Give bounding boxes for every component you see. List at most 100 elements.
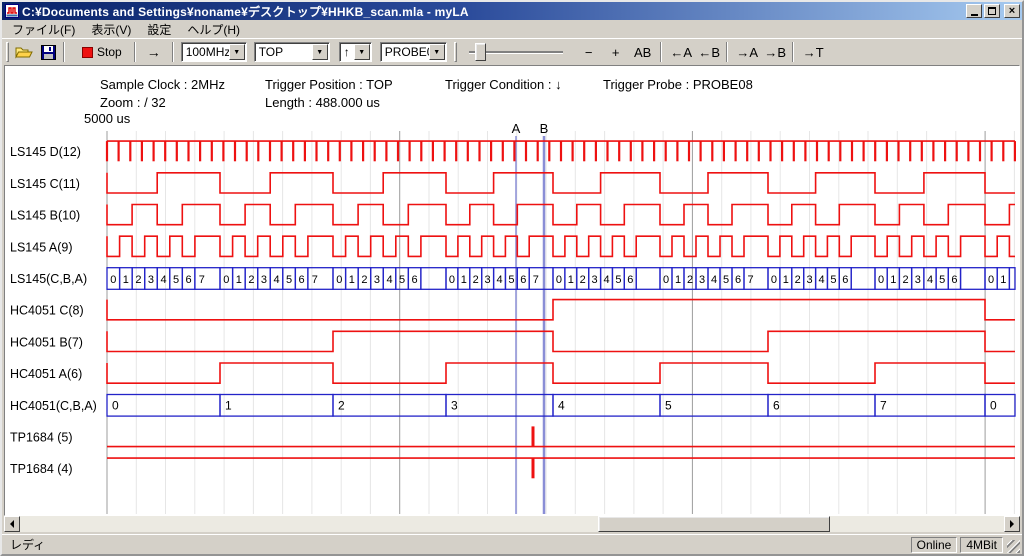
bus-value: 2: [361, 274, 367, 286]
bus-value: 2: [903, 274, 909, 286]
marker-b-label: B: [540, 121, 549, 136]
bus-value: 1: [783, 274, 789, 286]
toolbar-grip[interactable]: [454, 42, 457, 62]
title-bar[interactable]: C:¥Documents and Settings¥noname¥デスクトップ¥…: [2, 2, 1022, 20]
chevron-down-icon[interactable]: ▼: [229, 44, 245, 60]
bus-value: 1: [890, 274, 896, 286]
channel-trace: [107, 331, 1015, 351]
zoom-in-button[interactable]: +: [604, 41, 628, 63]
channel-label: LS145(C,B,A): [10, 272, 87, 286]
chevron-down-icon[interactable]: ▼: [429, 44, 445, 60]
scroll-right-button[interactable]: [1004, 516, 1020, 532]
sample-clock-combo[interactable]: 100MHz ▼: [181, 42, 247, 62]
close-icon: ×: [1009, 6, 1015, 17]
bus-value: 4: [496, 274, 502, 286]
bus-value: 1: [1000, 274, 1006, 286]
bus-value: 4: [927, 274, 933, 286]
bus-value: 6: [520, 274, 526, 286]
bus-value: 4: [386, 274, 392, 286]
toolbar-grip[interactable]: [6, 42, 9, 62]
bus-value: 4: [558, 399, 565, 413]
bus-value: 6: [412, 274, 418, 286]
bus-value: 2: [795, 274, 801, 286]
bus-value: 4: [273, 274, 279, 286]
bus-value: 3: [485, 274, 491, 286]
channel-label: LS145 A(9): [10, 240, 73, 254]
bus-value: 2: [687, 274, 693, 286]
bus-value: 7: [533, 274, 539, 286]
bus-value: 6: [842, 274, 848, 286]
bus-cell: [636, 268, 660, 290]
bus-value: 3: [374, 274, 380, 286]
bus-value: 4: [711, 274, 717, 286]
chevron-down-icon[interactable]: ▼: [312, 44, 328, 60]
stop-button[interactable]: Stop: [78, 41, 126, 63]
menu-settings[interactable]: 設定: [139, 19, 179, 40]
bus-cell: [553, 395, 660, 417]
bus-value: 4: [160, 274, 166, 286]
bus-value: 1: [236, 274, 242, 286]
toolbar-separator: [660, 42, 662, 62]
minimize-button[interactable]: [966, 4, 982, 18]
bus-value: 0: [112, 399, 119, 413]
open-file-button[interactable]: [11, 41, 37, 63]
move-b-right-button[interactable]: →B: [762, 41, 789, 63]
menu-help[interactable]: ヘルプ(H): [179, 19, 248, 40]
channel-label: HC4051 C(8): [10, 304, 84, 318]
bus-value: 4: [603, 274, 609, 286]
bus-value: 6: [186, 274, 192, 286]
toolbar: Stop → 100MHz ▼ TOP ▼ ↑ ▼ PROBE00 ▼ − +: [2, 38, 1022, 65]
run-button[interactable]: →: [139, 41, 169, 63]
save-file-button[interactable]: [37, 41, 60, 63]
bus-cell: [851, 268, 875, 290]
bus-cell: [446, 395, 553, 417]
ab-button[interactable]: AB: [629, 41, 657, 63]
maximize-icon: [988, 7, 996, 15]
move-a-right-button[interactable]: →A: [734, 41, 761, 63]
minimize-icon: [971, 14, 978, 16]
bus-value: 4: [818, 274, 824, 286]
run-arrow-icon: →: [147, 44, 161, 60]
move-b-left-button[interactable]: ←B: [696, 41, 723, 63]
move-a-left-button[interactable]: ←A: [668, 41, 695, 63]
zoom-slider-thumb[interactable]: [475, 43, 486, 61]
trigger-edge-combo[interactable]: ↑ ▼: [339, 42, 372, 62]
chevron-down-icon[interactable]: ▼: [354, 44, 370, 60]
bus-value: 0: [771, 274, 777, 286]
channel-label: TP1684 (4): [10, 462, 73, 476]
bus-value: 0: [878, 274, 884, 286]
zoom-out-button[interactable]: −: [577, 41, 601, 63]
zoom-slider[interactable]: [467, 42, 565, 62]
trigger-probe-combo[interactable]: PROBE00 ▼: [380, 42, 447, 62]
bus-value: 5: [508, 274, 514, 286]
bus-value: 0: [336, 274, 342, 286]
toolbar-separator: [726, 42, 728, 62]
bus-cell: [768, 395, 875, 417]
channel-trace: [107, 363, 1015, 383]
toolbar-separator: [134, 42, 136, 62]
menu-file[interactable]: ファイル(F): [4, 19, 83, 40]
toolbar-separator: [792, 42, 794, 62]
bus-value: 1: [123, 274, 129, 286]
trigger-position-combo[interactable]: TOP ▼: [254, 42, 330, 62]
menu-view[interactable]: 表示(V): [83, 19, 139, 40]
scroll-left-button[interactable]: [4, 516, 20, 532]
scrollbar-thumb[interactable]: [598, 516, 830, 532]
bus-value: 0: [223, 274, 229, 286]
stop-icon: [82, 47, 93, 58]
bus-value: 5: [286, 274, 292, 286]
maximize-button[interactable]: [984, 4, 1000, 18]
close-button[interactable]: ×: [1004, 4, 1020, 18]
channel-trace: [107, 173, 1015, 193]
bus-value: 2: [135, 274, 141, 286]
goto-trigger-button[interactable]: →T: [800, 41, 827, 63]
bus-value: 3: [915, 274, 921, 286]
bus-value: 0: [449, 274, 455, 286]
bus-value: 6: [951, 274, 957, 286]
bus-value: 5: [173, 274, 179, 286]
bus-value: 5: [615, 274, 621, 286]
horizontal-scrollbar[interactable]: [4, 516, 1020, 532]
resize-grip[interactable]: [1007, 540, 1020, 553]
bus-value: 5: [830, 274, 836, 286]
open-folder-icon: [15, 45, 33, 60]
